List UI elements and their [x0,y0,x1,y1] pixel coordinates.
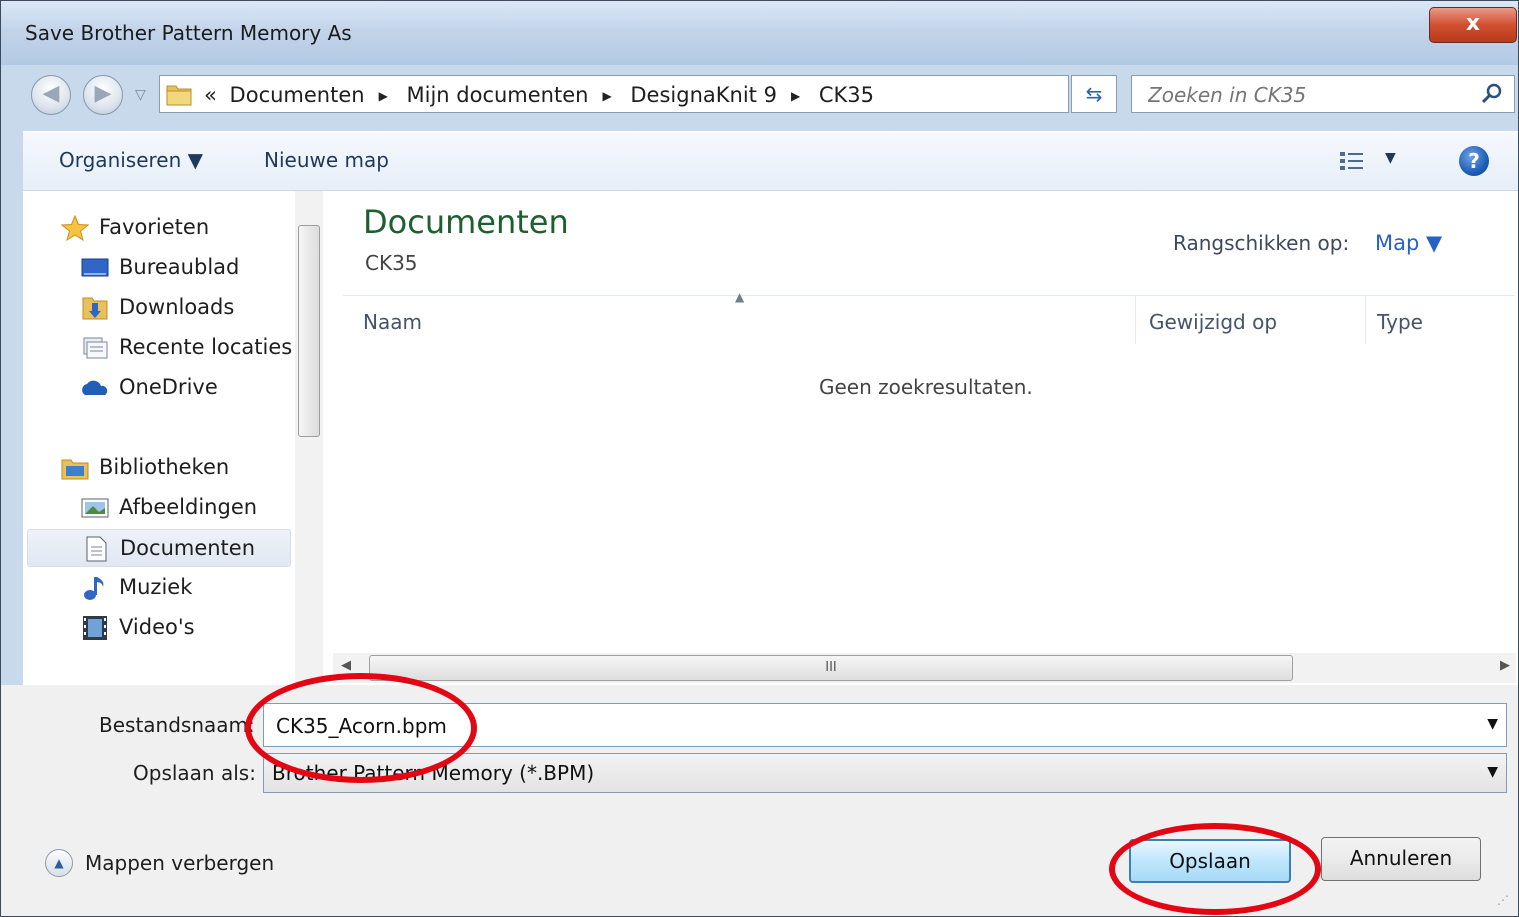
horizontal-scrollbar-thumb[interactable]: III [369,655,1293,681]
filetype-label: Opslaan als: [133,761,256,785]
sidebar-item-videos[interactable]: Video's [81,609,291,647]
sidebar-item-downloads[interactable]: Downloads [81,289,291,327]
sidebar-scrollbar[interactable] [295,191,323,685]
breadcrumb-overflow[interactable]: « [204,83,217,107]
sidebar-item-muziek[interactable]: Muziek [81,569,291,607]
filetype-dropdown-icon[interactable]: ▼ [1487,764,1498,780]
collapse-up-icon: ▲ [45,849,73,877]
save-form-area: Bestandsnaam: ▼ Opslaan als: Brother Pat… [1,685,1518,916]
recent-places-icon [83,337,108,359]
sidebar-item-label: Favorieten [99,215,210,239]
close-button[interactable]: x [1429,7,1517,43]
sidebar-scrollbar-thumb[interactable] [298,225,320,437]
hide-folders-label: Mappen verbergen [85,851,275,875]
breadcrumb-documenten[interactable]: Documenten [230,83,365,107]
forward-button[interactable]: ▶ [83,75,123,115]
organize-menu[interactable]: Organiseren ▼ [59,148,203,172]
breadcrumb-mijn-documenten[interactable]: Mijn documenten [407,83,589,107]
videos-icon [83,616,107,640]
breadcrumb-separator-icon[interactable]: ▶ [602,89,611,103]
scroll-left-icon[interactable]: ◀ [341,658,351,673]
filetype-select[interactable]: Brother Pattern Memory (*.BPM) ▼ [263,753,1507,793]
sidebar-item-favorieten[interactable]: Favorieten [61,209,281,247]
back-button[interactable]: ◀ [31,75,71,115]
sort-ascending-icon: ▲ [735,290,745,304]
column-name[interactable]: Naam [363,310,422,334]
breadcrumb: « Documenten ▶ Mijn documenten ▶ DesignaKn… [204,83,880,107]
help-icon[interactable]: ? [1459,146,1489,176]
refresh-button[interactable]: ⇆ [1071,75,1117,113]
sidebar-item-label: Bibliotheken [99,455,230,479]
recent-pages-dropdown[interactable]: ▽ [135,87,146,103]
breadcrumb-ck35[interactable]: CK35 [819,83,874,107]
sidebar-item-afbeeldingen[interactable]: Afbeeldingen [81,489,291,527]
command-bar: Organiseren ▼ Nieuwe map ▼ ? [23,131,1518,191]
library-title: Documenten [363,203,569,241]
documents-icon [86,536,107,562]
desktop-icon [81,258,109,277]
sidebar-item-bibliotheken[interactable]: Bibliotheken [61,449,281,487]
breadcrumb-separator-icon[interactable]: ▶ [791,89,800,103]
view-dropdown-icon[interactable]: ▼ [1385,150,1396,166]
scroll-right-icon[interactable]: ▶ [1500,658,1510,673]
filename-combobox[interactable]: ▼ [263,703,1507,747]
folder-icon [166,85,192,106]
libraries-icon [61,459,89,480]
onedrive-icon [82,380,108,395]
sidebar-item-onedrive[interactable]: OneDrive [81,369,291,407]
column-header-row: Naam ▲ Gewijzigd op Type [343,290,1515,344]
address-bar[interactable]: « Documenten ▶ Mijn documenten ▶ DesignaKn… [159,75,1212,113]
title-bar[interactable]: Save Brother Pattern Memory As x [1,1,1518,65]
sidebar-item-label: Afbeeldingen [119,495,258,519]
view-options-icon[interactable] [1339,150,1365,172]
filename-dropdown-icon[interactable]: ▼ [1487,716,1498,732]
star-icon [61,215,89,241]
save-button[interactable]: Opslaan [1129,839,1291,883]
library-subtitle: CK35 [365,251,418,275]
navigation-pane: Favorieten Bureaublad Downloads Recente … [23,191,325,685]
arrange-by-label: Rangschikken op: [1173,231,1350,255]
cancel-button[interactable]: Annuleren [1321,837,1481,881]
pictures-icon [81,498,109,518]
filename-input[interactable] [274,710,1458,742]
resize-grip-icon[interactable]: ⋰ [1497,893,1509,907]
file-list-pane: Documenten CK35 Rangschikken op: Map ▼ N… [329,191,1518,685]
column-type[interactable]: Type [1377,310,1423,334]
search-icon[interactable] [1480,82,1504,106]
breadcrumb-designaknit[interactable]: DesignaKnit 9 [630,83,777,107]
empty-results-message: Geen zoekresultaten. [819,375,1033,399]
column-divider[interactable] [1135,296,1136,344]
column-modified[interactable]: Gewijzigd op [1149,310,1277,334]
filename-label: Bestandsnaam: [99,713,255,737]
music-icon [84,577,104,600]
column-divider[interactable] [1365,296,1366,344]
sidebar-item-label: Bureaublad [119,255,240,279]
sidebar-item-bureaublad[interactable]: Bureaublad [81,249,291,287]
horizontal-scrollbar[interactable]: ◀ III ▶ [333,653,1516,683]
sidebar-item-label: Documenten [120,536,256,560]
new-folder-button[interactable]: Nieuwe map [264,148,389,172]
content-area: Favorieten Bureaublad Downloads Recente … [23,191,1518,685]
breadcrumb-separator-icon[interactable]: ▶ [379,89,388,103]
arrange-by-dropdown[interactable]: Map ▼ [1375,231,1442,255]
sidebar-item-label: OneDrive [119,375,218,399]
sidebar-item-label: Muziek [119,575,193,599]
sidebar-item-recente-locaties[interactable]: Recente locaties [81,329,293,367]
filetype-value: Brother Pattern Memory (*.BPM) [272,761,595,785]
search-input[interactable] [1146,80,1470,110]
sidebar-item-label: Video's [119,615,195,639]
downloads-icon [82,297,108,320]
window-title: Save Brother Pattern Memory As [25,21,352,45]
sidebar-item-documenten[interactable]: Documenten [27,529,291,567]
sidebar-item-label: Recente locaties [119,335,293,359]
save-dialog: Save Brother Pattern Memory As x ◀ ▶ ▽ «… [0,0,1519,917]
sidebar-item-label: Downloads [119,295,235,319]
address-bar-row: ◀ ▶ ▽ « Documenten ▶ Mijn documenten ▶ Des… [1,65,1518,127]
search-box[interactable] [1131,75,1515,113]
